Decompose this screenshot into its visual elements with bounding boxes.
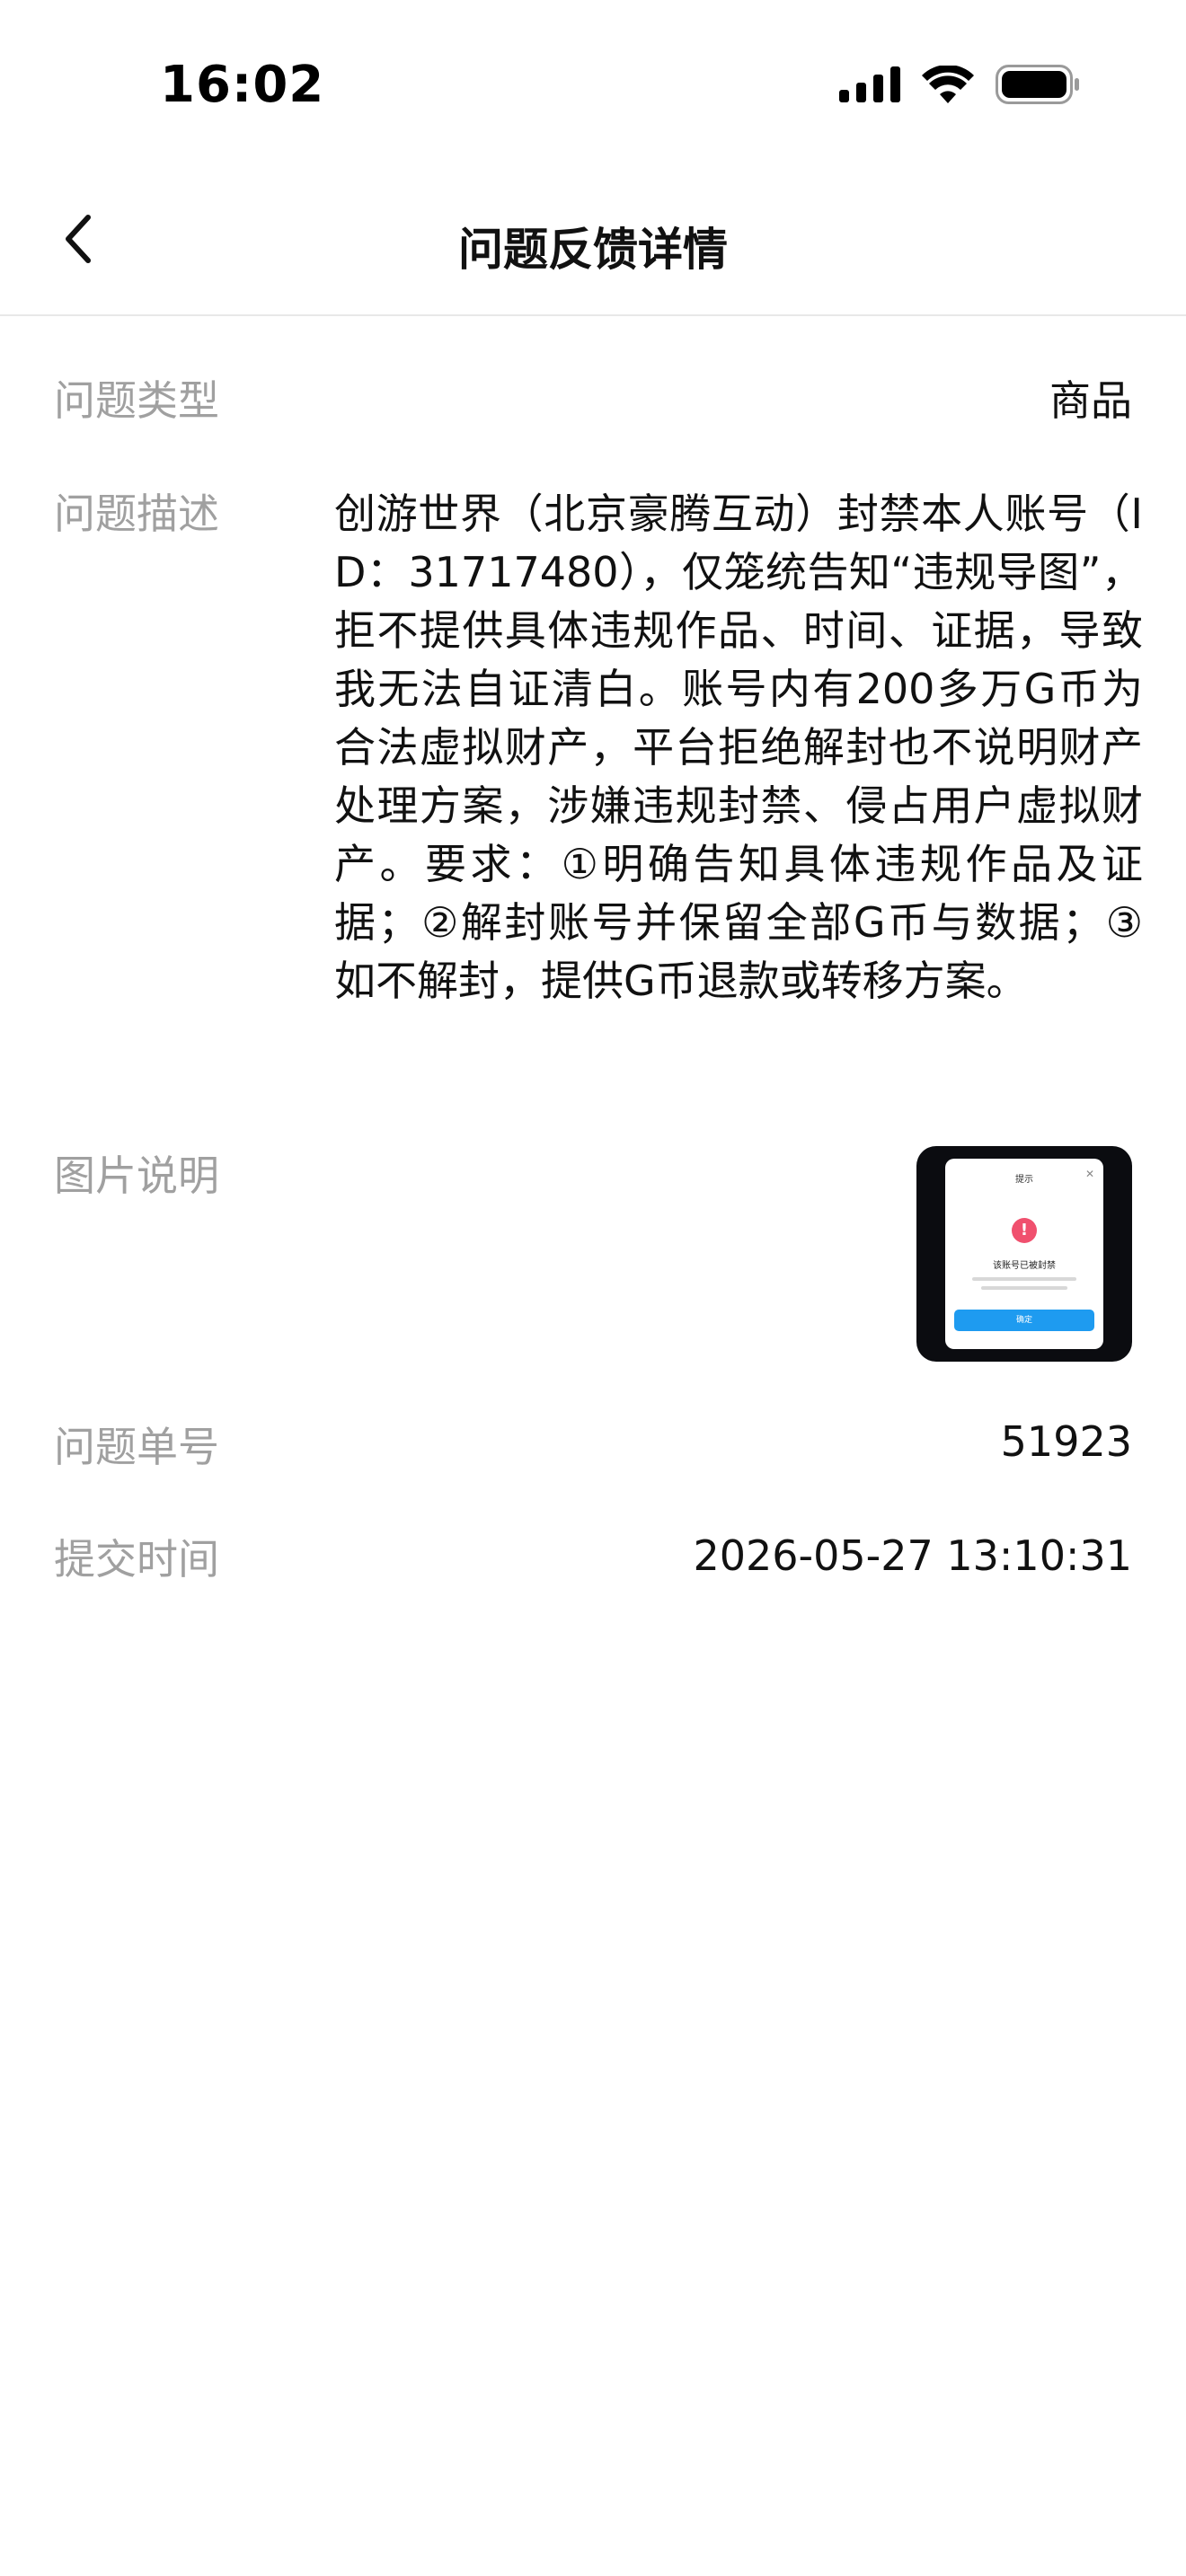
thumbnail-dialog-message: 该账号已被封禁: [993, 1261, 1056, 1271]
problem-description-text: 创游世界（北京豪腾互动）封禁本人账号（ID：31717480），仅笼统告知“违规…: [334, 490, 1143, 1005]
page-title: 问题反馈详情: [458, 224, 728, 276]
image-description-label: 图片说明: [54, 1151, 219, 1200]
row-problem-type: 问题类型 商品: [54, 372, 1132, 435]
status-bar: 16:02: [0, 0, 1186, 171]
thumbnail-dialog-button: 确定: [954, 1310, 1094, 1331]
row-image-description: 图片说明 提示 ✕ ! 该账号已被封禁 确定: [54, 1146, 1132, 1363]
thumbnail-dialog-title: 提示: [1015, 1175, 1033, 1185]
alert-icon: !: [1012, 1218, 1037, 1243]
thumbnail-dialog: 提示 ✕ ! 该账号已被封禁 确定: [945, 1159, 1103, 1349]
row-ticket-number: 问题单号 51923: [54, 1416, 1132, 1479]
ticket-number-label: 问题单号: [54, 1423, 219, 1471]
problem-type-label: 问题类型: [54, 376, 219, 425]
close-icon: ✕: [1084, 1168, 1094, 1180]
submit-time-value: 2026-05-27 13:10:31: [693, 1531, 1132, 1580]
problem-type-value: 商品: [1049, 376, 1132, 425]
thumbnail-text-line: [972, 1277, 1076, 1281]
wifi-icon: [922, 64, 974, 107]
attached-screenshot-thumbnail[interactable]: 提示 ✕ ! 该账号已被封禁 确定: [916, 1146, 1132, 1362]
row-problem-description: 问题描述 创游世界（北京豪腾互动）封禁本人账号（ID：31717480），仅笼统…: [54, 485, 1143, 1114]
ticket-number-value: 51923: [1000, 1417, 1132, 1466]
problem-description-label: 问题描述: [54, 490, 219, 538]
thumbnail-text-line: [981, 1286, 1067, 1290]
row-submit-time: 提交时间 2026-05-27 13:10:31: [54, 1529, 1132, 1592]
submit-time-label: 提交时间: [54, 1535, 219, 1584]
status-time: 16:02: [160, 56, 325, 114]
status-icons: [839, 64, 1080, 108]
battery-icon: [996, 65, 1080, 108]
nav-bar: 问题反馈详情: [0, 171, 1186, 316]
cellular-signal-icon: [839, 66, 900, 106]
